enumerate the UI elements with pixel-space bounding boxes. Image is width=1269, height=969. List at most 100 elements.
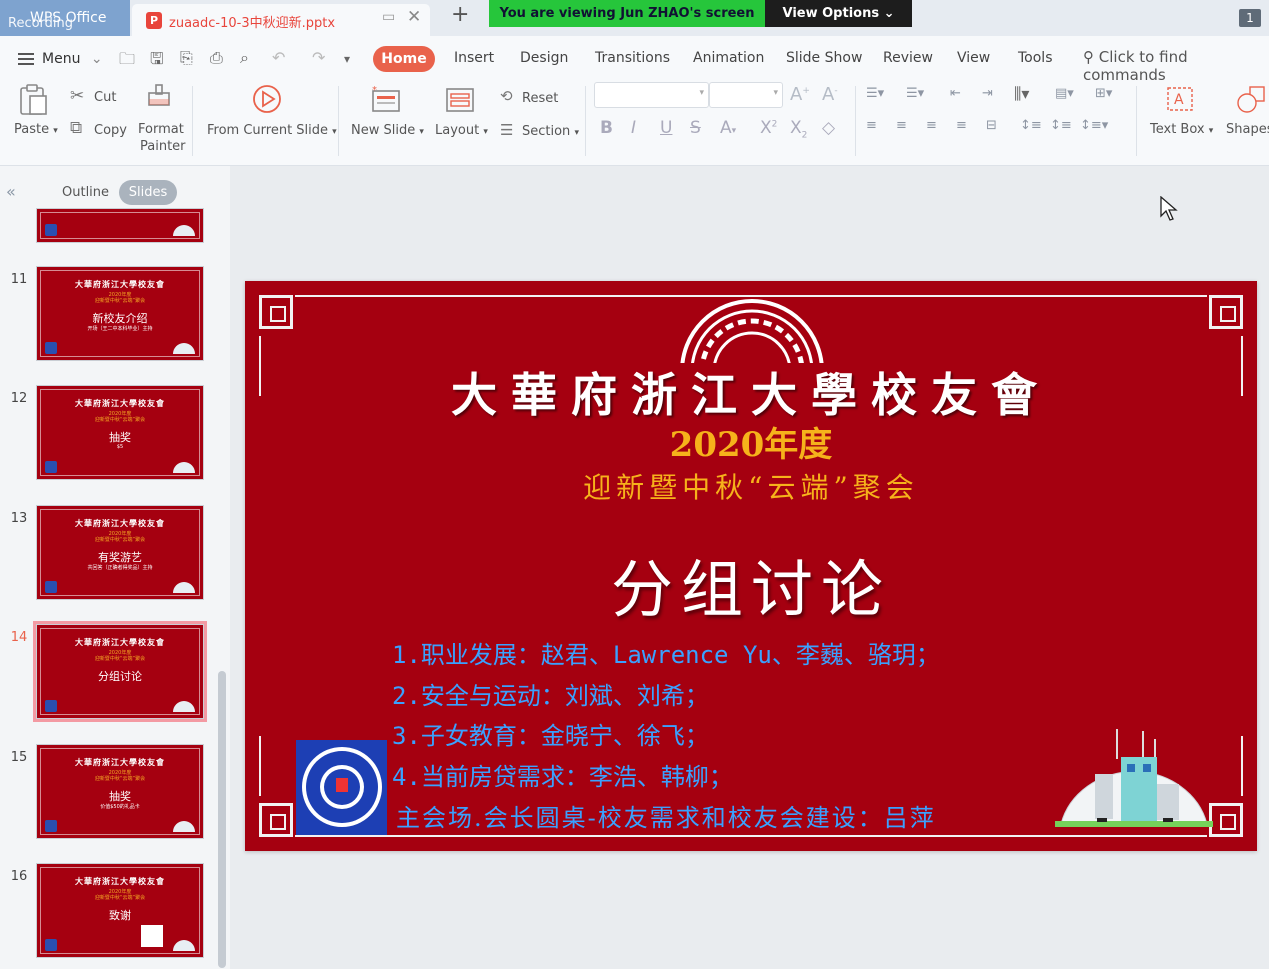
paragraph-spacing-icon[interactable]: ↕≡ <box>1050 118 1072 133</box>
export-icon[interactable]: ⎘ <box>180 48 193 68</box>
new-slide-icon[interactable]: * <box>371 85 403 114</box>
column-spacing-icon[interactable]: ↕≡▾ <box>1080 118 1108 133</box>
slide-thumbnail[interactable]: 大華府浙江大學校友會 2020年度 迎新暨中秋“云端”聚会 抽奖 $5 <box>36 385 204 480</box>
tab-transitions[interactable]: Transitions <box>595 50 670 66</box>
text-direction-icon[interactable]: ⫼▾ <box>1014 84 1029 104</box>
slides-panel: « Outline Slides 11 大華府浙江大學校友會 2020年度 迎新暨中秋… <box>0 166 230 969</box>
smart-art-icon[interactable]: ⊞▾ <box>1095 86 1112 101</box>
increase-indent-icon[interactable]: ⇥ <box>982 86 993 101</box>
tab-insert[interactable]: Insert <box>454 50 494 66</box>
align-right-icon[interactable]: ≡ <box>926 118 937 133</box>
layout-button[interactable]: Layout ▾ <box>435 123 488 138</box>
slide-thumbnail[interactable] <box>36 208 204 243</box>
line-spacing-icon[interactable]: ↕≡ <box>1020 118 1042 133</box>
divider <box>585 86 586 156</box>
tab-view[interactable]: View <box>957 50 990 66</box>
mouse-cursor-icon <box>1160 195 1178 226</box>
align-left-icon[interactable]: ≡ <box>866 118 877 133</box>
current-slide[interactable]: 大華府浙江大學校友會 2020年度 迎新暨中秋“云端”聚会 分组讨论 1.职业发… <box>245 281 1257 851</box>
open-folder-icon[interactable]: 🗀 <box>119 48 135 75</box>
close-tab-icon[interactable]: ✕ <box>407 7 421 27</box>
alumni-logo-icon <box>45 342 57 354</box>
app-tab[interactable]: WPS Office Recording <box>0 0 130 36</box>
thumbnail-event: 迎新暨中秋“云端”聚会 <box>94 895 146 901</box>
collapse-panel-icon[interactable]: « <box>6 182 16 201</box>
new-slide-button[interactable]: New Slide ▾ <box>351 123 424 138</box>
slide-title: 大華府浙江大學校友會 <box>451 368 1051 422</box>
shapes-icon[interactable] <box>1236 84 1266 114</box>
underline-icon[interactable]: U <box>660 118 672 138</box>
tab-animation[interactable]: Animation <box>693 50 764 66</box>
window-count-badge[interactable]: 1 <box>1239 9 1261 27</box>
paste-button[interactable]: Paste ▾ <box>14 122 58 137</box>
tab-slide-show[interactable]: Slide Show <box>786 50 862 66</box>
layout-icon[interactable] <box>445 86 475 114</box>
increase-font-icon[interactable]: A+ <box>790 84 810 105</box>
justify-icon[interactable]: ≡ <box>956 118 967 133</box>
recording-label: Recording <box>8 16 74 31</box>
caret-down-icon: ▾ <box>699 88 704 98</box>
from-current-slide-button[interactable]: From Current Slide ▾ <box>207 123 337 138</box>
redo-icon[interactable]: ↷ <box>312 48 325 67</box>
tab-slides[interactable]: Slides <box>119 180 177 205</box>
play-from-current-slide-icon[interactable] <box>252 84 282 114</box>
border-line <box>295 835 1207 837</box>
save-icon[interactable]: 🖫 <box>150 48 164 75</box>
format-painter-label-2[interactable]: Painter <box>140 139 186 154</box>
slide-thumbnail[interactable]: 大華府浙江大學校友會 2020年度 迎新暨中秋“云端”聚会 抽奖 价值$50的礼品卡 <box>36 744 204 839</box>
align-center-icon[interactable]: ≡ <box>896 118 907 133</box>
format-painter-label-1[interactable]: Format <box>138 122 184 137</box>
customize-dropdown-icon[interactable]: ▾ <box>344 52 350 66</box>
decrease-indent-icon[interactable]: ⇤ <box>950 86 961 101</box>
cut-button[interactable]: Cut <box>94 90 116 105</box>
new-tab-icon[interactable]: + <box>451 2 469 27</box>
divider <box>1136 86 1137 156</box>
align-text-icon[interactable]: ▤▾ <box>1055 86 1074 101</box>
monitor-icon[interactable]: ▭ <box>382 9 395 25</box>
undo-icon[interactable]: ↶ <box>272 48 285 67</box>
superscript-icon[interactable]: X2 <box>760 118 777 138</box>
text-box-button[interactable]: Text Box ▾ <box>1150 122 1213 137</box>
menu-button[interactable]: Menu ⌄ <box>18 50 103 68</box>
slide-thumbnail[interactable]: 大華府浙江大學校友會 2020年度 迎新暨中秋“云端”聚会 分组讨论 <box>33 621 207 722</box>
reset-button[interactable]: Reset <box>522 91 558 106</box>
tab-tools[interactable]: Tools <box>1018 50 1053 66</box>
bullets-icon[interactable]: ☰▾ <box>866 86 884 101</box>
caret-down-icon: ▾ <box>53 126 58 136</box>
panel-scrollbar[interactable] <box>218 671 226 968</box>
document-tab[interactable]: P zuaadc-10-3中秋迎新.pptx ▭ ✕ <box>132 4 430 36</box>
numbering-icon[interactable]: ☰▾ <box>906 86 924 101</box>
view-options-button[interactable]: View Options ⌄ <box>765 0 912 27</box>
distribute-icon[interactable]: ⊟ <box>986 118 997 133</box>
group-item: 4.当前房贷需求：李浩、韩柳； <box>392 763 733 791</box>
find-commands[interactable]: ⚲ Click to find commands <box>1083 48 1269 84</box>
thumbnail-subtitle: 共回答（正确者得奖品）主持 <box>87 565 153 571</box>
tab-outline[interactable]: Outline <box>62 185 109 200</box>
copy-button[interactable]: Copy <box>94 123 127 138</box>
subscript-icon[interactable]: X2 <box>790 118 807 140</box>
font-size-select[interactable]: ▾ <box>709 82 783 108</box>
section-button[interactable]: Section ▾ <box>522 124 579 139</box>
slide-thumbnail[interactable]: 大華府浙江大學校友會 2020年度 迎新暨中秋“云端”聚会 致谢 <box>36 863 204 958</box>
strikethrough-icon[interactable]: S <box>690 118 701 138</box>
print-icon[interactable]: ⎙ <box>210 48 223 68</box>
font-family-select[interactable]: ▾ <box>594 82 709 108</box>
tab-design[interactable]: Design <box>520 50 568 66</box>
font-color-icon[interactable]: A▾ <box>720 118 736 138</box>
format-painter-icon[interactable] <box>146 83 174 113</box>
caret-down-icon: ▾ <box>332 127 337 137</box>
shapes-button[interactable]: Shapes <box>1226 122 1269 137</box>
text-box-icon[interactable]: A <box>1165 84 1195 114</box>
slide-thumbnail[interactable]: 大華府浙江大學校友會 2020年度 迎新暨中秋“云端”聚会 新校友介绍 开场（王二中本科… <box>36 266 204 361</box>
print-preview-icon[interactable]: ⌕ <box>240 48 249 68</box>
find-commands-label: Click to find commands <box>1083 48 1188 84</box>
clear-format-icon[interactable]: ◇ <box>822 118 835 138</box>
border-line <box>1241 736 1243 796</box>
decrease-font-icon[interactable]: A- <box>822 84 838 105</box>
bold-icon[interactable]: B <box>600 118 613 138</box>
italic-icon[interactable]: I <box>631 118 636 138</box>
tab-home[interactable]: Home <box>373 46 435 72</box>
slide-thumbnail[interactable]: 大華府浙江大學校友會 2020年度 迎新暨中秋“云端”聚会 有奖游艺 共回答（正确者得奖… <box>36 505 204 600</box>
tab-review[interactable]: Review <box>883 50 933 66</box>
paste-icon[interactable] <box>18 84 48 116</box>
